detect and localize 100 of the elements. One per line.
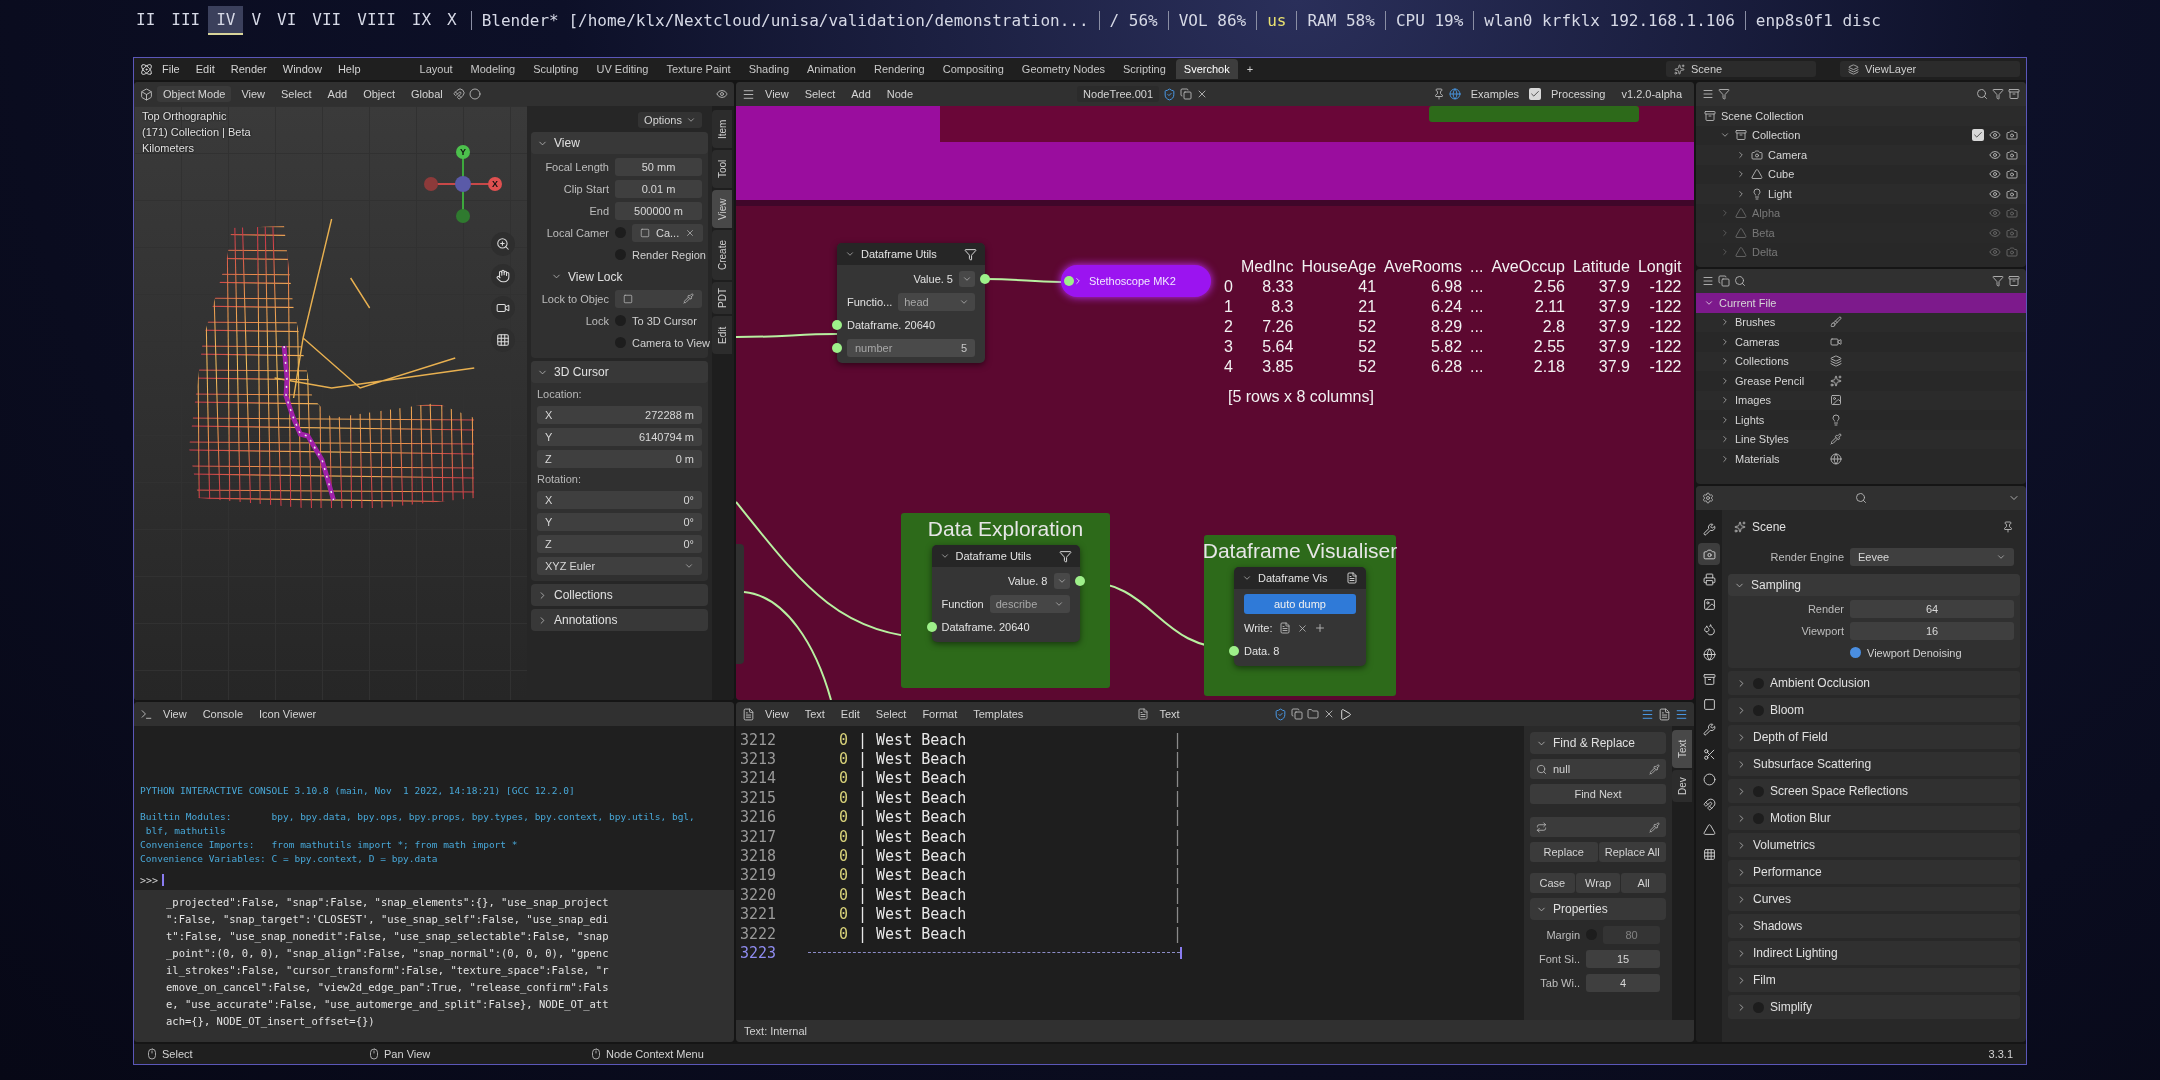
mode-dropdown[interactable]: Object Mode	[157, 86, 232, 102]
node-socket[interactable]	[1229, 646, 1239, 656]
rotation-mode-dropdown[interactable]: XYZ Euler	[537, 556, 702, 575]
sidebar-tab[interactable]: PDT	[712, 282, 732, 314]
panel-title[interactable]: Indirect Lighting	[1753, 946, 1838, 960]
run-script-icon[interactable]	[1338, 707, 1352, 721]
workspace-tab[interactable]: Scripting	[1115, 59, 1174, 79]
menu-item[interactable]: View	[759, 706, 795, 722]
option-toggle[interactable]: All	[1621, 873, 1666, 893]
workspace-tab[interactable]: II	[128, 5, 164, 35]
pin-icon[interactable]	[2002, 521, 2014, 533]
outliner-row[interactable]: Current File	[1696, 293, 2026, 313]
menu-item[interactable]: Render	[223, 61, 274, 77]
node-socket[interactable]	[832, 320, 842, 330]
function-dropdown[interactable]: describe	[989, 595, 1070, 613]
workspace-tab[interactable]: III	[163, 5, 209, 35]
search-field[interactable]: null	[1530, 759, 1666, 779]
camera-view-button[interactable]	[491, 296, 515, 320]
sidebar-tab[interactable]: Tool	[712, 150, 732, 188]
new-collection-icon[interactable]	[2008, 88, 2020, 100]
number-field[interactable]: number 5	[847, 339, 975, 357]
workspace-tab[interactable]: VI	[269, 5, 305, 35]
checkbox[interactable]	[1850, 647, 1861, 658]
find-next-button[interactable]: Find Next	[1530, 784, 1666, 804]
workspace-tab[interactable]: Texture Paint	[658, 59, 739, 79]
search-icon[interactable]	[1976, 88, 1988, 100]
panel-title[interactable]: Simplify	[1770, 1000, 1812, 1014]
wrap-icon[interactable]	[1658, 707, 1671, 721]
node-socket[interactable]	[1064, 276, 1074, 286]
copy-icon[interactable]	[1180, 88, 1193, 100]
value-field[interactable]: Y 6140794 m	[537, 427, 702, 446]
workspace-tab[interactable]: Shading	[740, 59, 798, 79]
panel-title[interactable]: Shadows	[1753, 919, 1803, 933]
workspace-tab[interactable]: Sverchok	[1175, 59, 1238, 79]
menu-item[interactable]: View	[235, 86, 272, 102]
panel-title[interactable]: Film	[1753, 973, 1776, 987]
shield-icon[interactable]	[1163, 87, 1177, 101]
editor-type-icon[interactable]	[140, 87, 153, 101]
workspace-tab[interactable]: Rendering	[865, 59, 933, 79]
value-field[interactable]: Z 0°	[537, 534, 702, 553]
eye-icon[interactable]	[1989, 148, 2001, 161]
menu-item[interactable]: Templates	[967, 706, 1030, 722]
value-field[interactable]: 64	[1850, 599, 2014, 618]
workspace-tab[interactable]: IV	[208, 5, 244, 35]
value-field[interactable]: Y 0°	[537, 512, 702, 531]
proportional-icon[interactable]	[468, 88, 481, 100]
workspace-tab[interactable]: V	[243, 5, 270, 35]
grid-view-button[interactable]	[491, 328, 515, 352]
value-field[interactable]: 16	[1850, 621, 2014, 640]
value-field[interactable]: 500000 m	[615, 201, 702, 220]
camera-icon[interactable]	[2006, 168, 2018, 181]
pan-button[interactable]	[491, 264, 515, 288]
sidebar-tab[interactable]: Text	[1672, 730, 1692, 768]
node-socket[interactable]	[832, 343, 842, 353]
sidebar-tab[interactable]: Dev	[1672, 770, 1692, 802]
scene-selector[interactable]: Scene	[1666, 61, 1816, 77]
view-layer-selector[interactable]: ViewLayer	[1840, 61, 2020, 77]
subpanel-title[interactable]: View Lock	[568, 269, 623, 284]
add-workspace-button[interactable]: +	[1239, 61, 1261, 77]
app-logo-icon[interactable]	[140, 62, 153, 76]
workspace-tab[interactable]: Sculpting	[525, 59, 587, 79]
add-icon[interactable]	[1313, 622, 1326, 634]
panel-title[interactable]: Performance	[1753, 865, 1822, 879]
replace-all-button[interactable]: Replace All	[1598, 842, 1666, 862]
display-mode-icon[interactable]	[1718, 88, 1730, 100]
value-field[interactable]: X 272288 m	[537, 405, 702, 424]
syntax-icon[interactable]	[1675, 707, 1688, 721]
stethoscope-node[interactable]: Stethoscope MK2	[1061, 265, 1211, 297]
workspace-tab[interactable]: IX	[403, 5, 440, 35]
menu-item[interactable]: Text	[798, 706, 831, 722]
eye-icon[interactable]	[1989, 129, 2001, 142]
menu-item[interactable]: Add	[845, 86, 877, 102]
value-field[interactable]: 15	[1586, 949, 1660, 968]
menu-item[interactable]: Edit	[188, 61, 222, 77]
panel-title[interactable]: Bloom	[1770, 703, 1804, 717]
visibility-icon[interactable]	[716, 88, 728, 100]
workspace-tab[interactable]: UV Editing	[588, 59, 657, 79]
panel-title[interactable]: Sampling	[1751, 578, 1802, 592]
panel-title[interactable]: 3D Cursor	[554, 365, 609, 379]
close-icon[interactable]	[1296, 622, 1308, 634]
search-icon[interactable]	[1734, 275, 1746, 287]
menu-item[interactable]: Help	[330, 61, 368, 77]
zoom-button[interactable]	[491, 232, 515, 256]
menu-item[interactable]: Node	[880, 86, 920, 102]
sidebar-tab[interactable]: Create	[712, 230, 732, 280]
sidebar-tab[interactable]: Item	[712, 110, 732, 148]
workspace-tab[interactable]: VIII	[349, 5, 404, 35]
menu-item[interactable]: Select	[275, 86, 318, 102]
replace-button[interactable]: Replace	[1530, 842, 1598, 862]
workspace-tab[interactable]: X	[439, 5, 465, 35]
workspace-tab[interactable]: Modeling	[462, 59, 524, 79]
editor-type-icon[interactable]	[1702, 88, 1714, 100]
editor-type-icon[interactable]	[1702, 275, 1714, 287]
search-icon[interactable]	[1855, 492, 1867, 504]
options-dropdown[interactable]: Options	[638, 111, 702, 128]
option-toggle[interactable]: Wrap	[1575, 873, 1621, 893]
menu-item[interactable]: Add	[321, 86, 354, 102]
node-socket[interactable]	[980, 274, 990, 284]
value-field[interactable]: 0.01 m	[615, 179, 702, 198]
auto-dump-toggle[interactable]: auto dump	[1244, 594, 1356, 614]
